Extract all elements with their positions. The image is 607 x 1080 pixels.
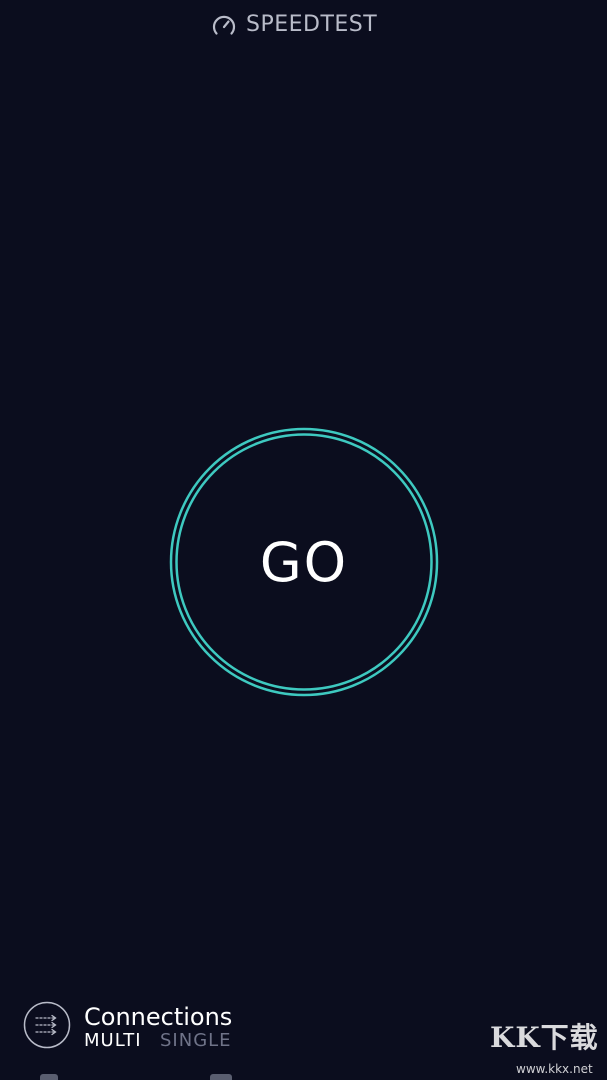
connections-option-multi[interactable]: MULTI bbox=[84, 1031, 142, 1051]
go-button-label: GO bbox=[259, 530, 349, 594]
app-title: SPEEDTEST bbox=[246, 12, 378, 37]
app-header: SPEEDTEST bbox=[0, 0, 607, 52]
go-button[interactable]: GO bbox=[168, 426, 440, 698]
site-watermark: KK下载 www.kkx.net bbox=[490, 1016, 602, 1076]
watermark-logo: KK下载 bbox=[490, 1021, 599, 1054]
speedometer-icon bbox=[212, 15, 236, 35]
connections-setting[interactable]: Connections MULTI SINGLE bbox=[23, 1000, 323, 1052]
watermark-url: www.kkx.net bbox=[516, 1062, 593, 1076]
connections-title: Connections bbox=[84, 1003, 233, 1031]
partially-visible-row bbox=[40, 1074, 240, 1080]
connections-option-single[interactable]: SINGLE bbox=[160, 1031, 232, 1051]
connections-arrows-icon bbox=[23, 1001, 71, 1049]
